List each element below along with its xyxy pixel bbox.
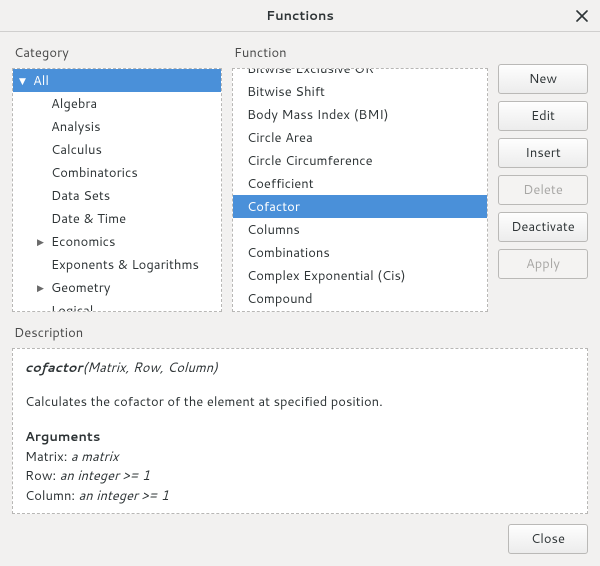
function-item[interactable]: Combinations [233, 241, 487, 264]
window-title: Functions [0, 7, 600, 25]
category-item-label: Geometry [51, 279, 111, 297]
function-item-label: Bitwise Shift [247, 83, 325, 101]
function-item-label: Compound [247, 290, 313, 308]
description-signature: cofactor(Matrix, Row, Column) [25, 359, 575, 379]
category-item-label: All [33, 72, 49, 90]
function-item-label: Circle Area [247, 129, 313, 147]
category-list[interactable]: ▼AllAlgebraAnalysisCalculusCombinatorics… [12, 68, 222, 312]
function-item-label: Body Mass Index (BMI) [247, 106, 389, 124]
description-panel: Description cofactor(Matrix, Row, Column… [12, 320, 588, 514]
function-item-label: Coefficient [247, 175, 314, 193]
category-item-label: Data Sets [51, 187, 110, 205]
close-button[interactable]: Close [508, 524, 588, 554]
argument-name: Row: [25, 467, 60, 485]
category-item-label: Logical [51, 302, 93, 313]
category-item[interactable]: ▶Economics [13, 230, 221, 253]
function-item[interactable]: Bitwise Exclusive OR [233, 68, 487, 80]
new-button[interactable]: New [498, 64, 588, 94]
category-item-label: Algebra [51, 95, 97, 113]
signature-args: (Matrix, Row, Column) [82, 359, 217, 377]
insert-button[interactable]: Insert [498, 138, 588, 168]
chevron-down-icon[interactable]: ▼ [19, 74, 33, 87]
category-panel: Category ▼AllAlgebraAnalysisCalculusComb… [12, 40, 222, 312]
category-item[interactable]: ▶Geometry [13, 276, 221, 299]
arguments-list: Matrix: a matrixRow: an integer >= 1Colu… [25, 448, 575, 507]
function-item[interactable]: Circle Circumference [233, 149, 487, 172]
category-item[interactable]: Exponents & Logarithms [13, 253, 221, 276]
argument-line: Column: an integer >= 1 [25, 487, 575, 507]
argument-name: Matrix: [25, 448, 71, 466]
button-panel: New Edit Insert Delete Deactivate Apply [498, 40, 588, 312]
category-item-label: Economics [51, 233, 115, 251]
argument-line: Row: an integer >= 1 [25, 467, 575, 487]
function-item[interactable]: Body Mass Index (BMI) [233, 103, 487, 126]
function-item-label: Columns [247, 221, 300, 239]
upper-row: Category ▼AllAlgebraAnalysisCalculusComb… [12, 40, 588, 312]
deactivate-button[interactable]: Deactivate [498, 212, 588, 242]
function-item[interactable]: Circle Area [233, 126, 487, 149]
category-item-label: Analysis [51, 118, 101, 136]
apply-button: Apply [498, 249, 588, 279]
description-body: Calculates the cofactor of the element a… [25, 393, 575, 413]
signature-name: cofactor [25, 359, 82, 377]
description-label: Description [14, 324, 588, 342]
function-panel: Function Bitwise Exclusive OR Bitwise Shi… [232, 40, 488, 312]
delete-button: Delete [498, 175, 588, 205]
category-item[interactable]: Algebra [13, 92, 221, 115]
function-item[interactable]: Coefficient [233, 172, 487, 195]
titlebar: Functions [0, 0, 600, 32]
function-item[interactable]: Bitwise Shift [233, 80, 487, 103]
function-label: Function [234, 44, 488, 62]
function-item[interactable]: Columns [233, 218, 487, 241]
category-item[interactable]: Date & Time [13, 207, 221, 230]
category-item-label: Combinatorics [51, 164, 138, 182]
argument-name: Column: [25, 487, 79, 505]
edit-button[interactable]: Edit [498, 101, 588, 131]
function-item-label: Complex Exponential (Cis) [247, 267, 406, 285]
category-item[interactable]: Calculus [13, 138, 221, 161]
category-label: Category [14, 44, 222, 62]
description-box: cofactor(Matrix, Row, Column) Calculates… [12, 348, 588, 514]
category-item[interactable]: Data Sets [13, 184, 221, 207]
category-item[interactable]: Analysis [13, 115, 221, 138]
function-item-label: Combinations [247, 244, 330, 262]
argument-value: an integer >= 1 [60, 467, 150, 485]
dialog-content: Category ▼AllAlgebraAnalysisCalculusComb… [0, 32, 600, 566]
category-item-label: Exponents & Logarithms [51, 256, 199, 274]
category-item-label: Calculus [51, 141, 102, 159]
close-icon[interactable] [574, 8, 590, 24]
category-item-label: Date & Time [51, 210, 126, 228]
argument-value: a matrix [71, 448, 119, 466]
category-item[interactable]: Logical [13, 299, 221, 312]
argument-line: Matrix: a matrix [25, 448, 575, 468]
function-item[interactable]: Complex Exponential (Cis) [233, 264, 487, 287]
function-item[interactable]: Cofactor [233, 195, 487, 218]
function-item[interactable]: Compound [233, 287, 487, 310]
dialog-footer: Close [12, 522, 588, 554]
category-item-all[interactable]: ▼All [13, 69, 221, 92]
function-item-label: Cofactor [247, 198, 300, 216]
arguments-heading: Arguments [25, 428, 575, 448]
function-item-label: Bitwise Exclusive OR [247, 68, 374, 78]
chevron-right-icon[interactable]: ▶ [37, 235, 51, 248]
function-item-label: Circle Circumference [247, 152, 373, 170]
function-list[interactable]: Bitwise Exclusive OR Bitwise Shift Body Ma… [232, 68, 488, 312]
argument-value: an integer >= 1 [79, 487, 169, 505]
category-item[interactable]: Combinatorics [13, 161, 221, 184]
chevron-right-icon[interactable]: ▶ [37, 281, 51, 294]
